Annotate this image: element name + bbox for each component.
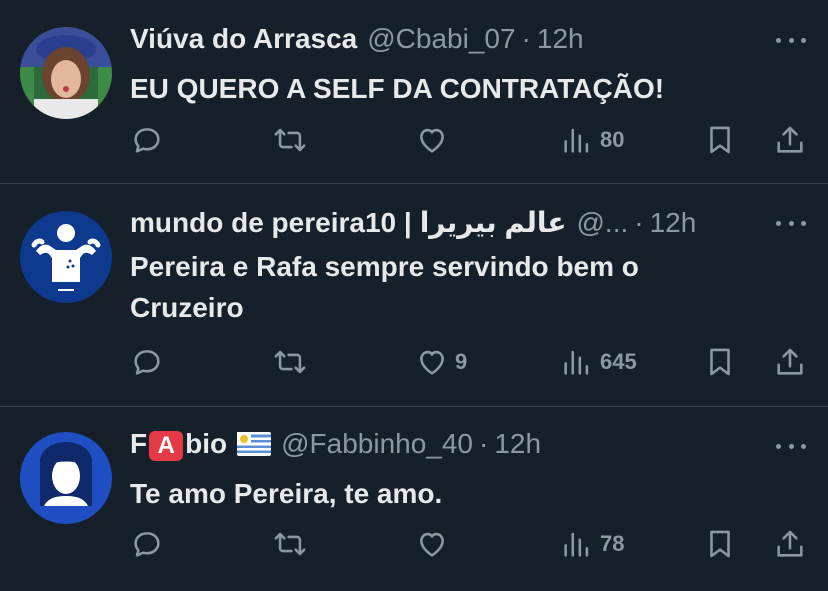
views-button[interactable]: 78 <box>560 524 624 564</box>
tweet-text: EU QUERO A SELF DA CONTRATAÇÃO! <box>130 73 665 104</box>
bookmark-icon <box>710 126 730 154</box>
like-icon <box>420 128 444 153</box>
share-button[interactable] <box>773 342 807 382</box>
share-icon <box>777 126 803 153</box>
views-count: 78 <box>600 531 625 556</box>
bookmark-icon <box>710 530 730 558</box>
like-button[interactable]: 9 <box>415 342 467 382</box>
reply-button[interactable] <box>130 524 164 564</box>
like-icon <box>420 350 444 375</box>
retweet-button[interactable] <box>273 524 307 564</box>
like-button[interactable] <box>415 524 455 564</box>
separator-dot: · <box>479 428 489 459</box>
bookmark-button[interactable] <box>703 342 737 382</box>
retweet-button[interactable] <box>273 120 307 160</box>
avatar[interactable] <box>20 27 112 119</box>
display-name[interactable]: F Abio <box>130 427 227 461</box>
timestamp[interactable]: 12h <box>494 427 541 461</box>
tweet-header: Viúva do Arrasca @Cbabi_07 · 12h <box>130 22 758 56</box>
like-button[interactable] <box>415 120 455 160</box>
more-icon[interactable] <box>776 213 806 233</box>
tweet-1[interactable]: Viúva do Arrasca @Cbabi_07 · 12h EU QUER… <box>0 0 828 184</box>
reply-icon <box>134 350 160 375</box>
separator-dot: · <box>634 207 644 238</box>
reply-icon <box>134 128 160 153</box>
tweet-3[interactable]: F Abio @Fabbinho_40 · 12h Te amo Pereira,… <box>0 407 828 591</box>
retweet-icon <box>274 128 306 152</box>
user-handle[interactable]: @... <box>576 206 628 240</box>
separator-dot: · <box>521 23 531 54</box>
tweet-text: Pereira e Rafa sempre servindo bem o Cru… <box>130 251 639 323</box>
avatar[interactable] <box>20 211 112 303</box>
share-icon <box>777 348 803 375</box>
display-name[interactable]: mundo de pereira10 | <box>130 206 412 240</box>
timeline-feed: Viúva do Arrasca @Cbabi_07 · 12h EU QUER… <box>0 0 828 591</box>
views-icon <box>564 128 589 153</box>
reply-button[interactable] <box>130 342 164 382</box>
timestamp[interactable]: 12h <box>537 22 584 56</box>
reply-button[interactable] <box>130 120 164 160</box>
views-count: 80 <box>600 127 625 152</box>
timestamp[interactable]: 12h <box>650 206 697 240</box>
retweet-icon <box>274 532 306 556</box>
user-handle[interactable]: @Fabbinho_40 <box>281 427 473 461</box>
views-icon <box>564 532 589 557</box>
views-icon <box>564 350 589 375</box>
tweet-header: F Abio @Fabbinho_40 · 12h <box>130 427 758 461</box>
more-icon[interactable] <box>776 436 806 456</box>
uruguay-flag-icon <box>237 432 272 456</box>
bookmark-button[interactable] <box>703 524 737 564</box>
letter-a-emoji-icon: A <box>149 431 184 461</box>
display-name-arabic[interactable]: عالم بيريرا <box>420 206 567 240</box>
bookmark-icon <box>710 348 730 376</box>
tweet-actions: 78 <box>130 524 810 564</box>
share-icon <box>777 530 803 557</box>
tweet-text: Te amo Pereira, te amo. <box>130 478 443 509</box>
views-count: 645 <box>600 349 637 374</box>
tweet-2[interactable]: mundo de pereira10 | عالم بيريرا @... · … <box>0 184 828 407</box>
tweet-header: mundo de pereira10 | عالم بيريرا @... · … <box>130 206 758 240</box>
like-count: 9 <box>455 349 468 374</box>
tweet-actions: 9 645 <box>130 342 810 382</box>
retweet-button[interactable] <box>273 342 307 382</box>
avatar[interactable] <box>20 432 112 524</box>
user-handle[interactable]: @Cbabi_07 <box>367 22 515 56</box>
share-button[interactable] <box>773 524 807 564</box>
like-icon <box>420 532 444 557</box>
share-button[interactable] <box>773 120 807 160</box>
more-icon[interactable] <box>776 30 806 50</box>
retweet-icon <box>274 350 306 374</box>
views-button[interactable]: 80 <box>560 120 624 160</box>
views-button[interactable]: 645 <box>560 342 637 382</box>
bookmark-button[interactable] <box>703 120 737 160</box>
reply-icon <box>134 532 160 557</box>
display-name-suffix: bio <box>185 428 228 459</box>
tweet-actions: 80 <box>130 120 810 160</box>
display-name[interactable]: Viúva do Arrasca <box>130 22 357 56</box>
display-name-prefix: F <box>130 428 148 459</box>
